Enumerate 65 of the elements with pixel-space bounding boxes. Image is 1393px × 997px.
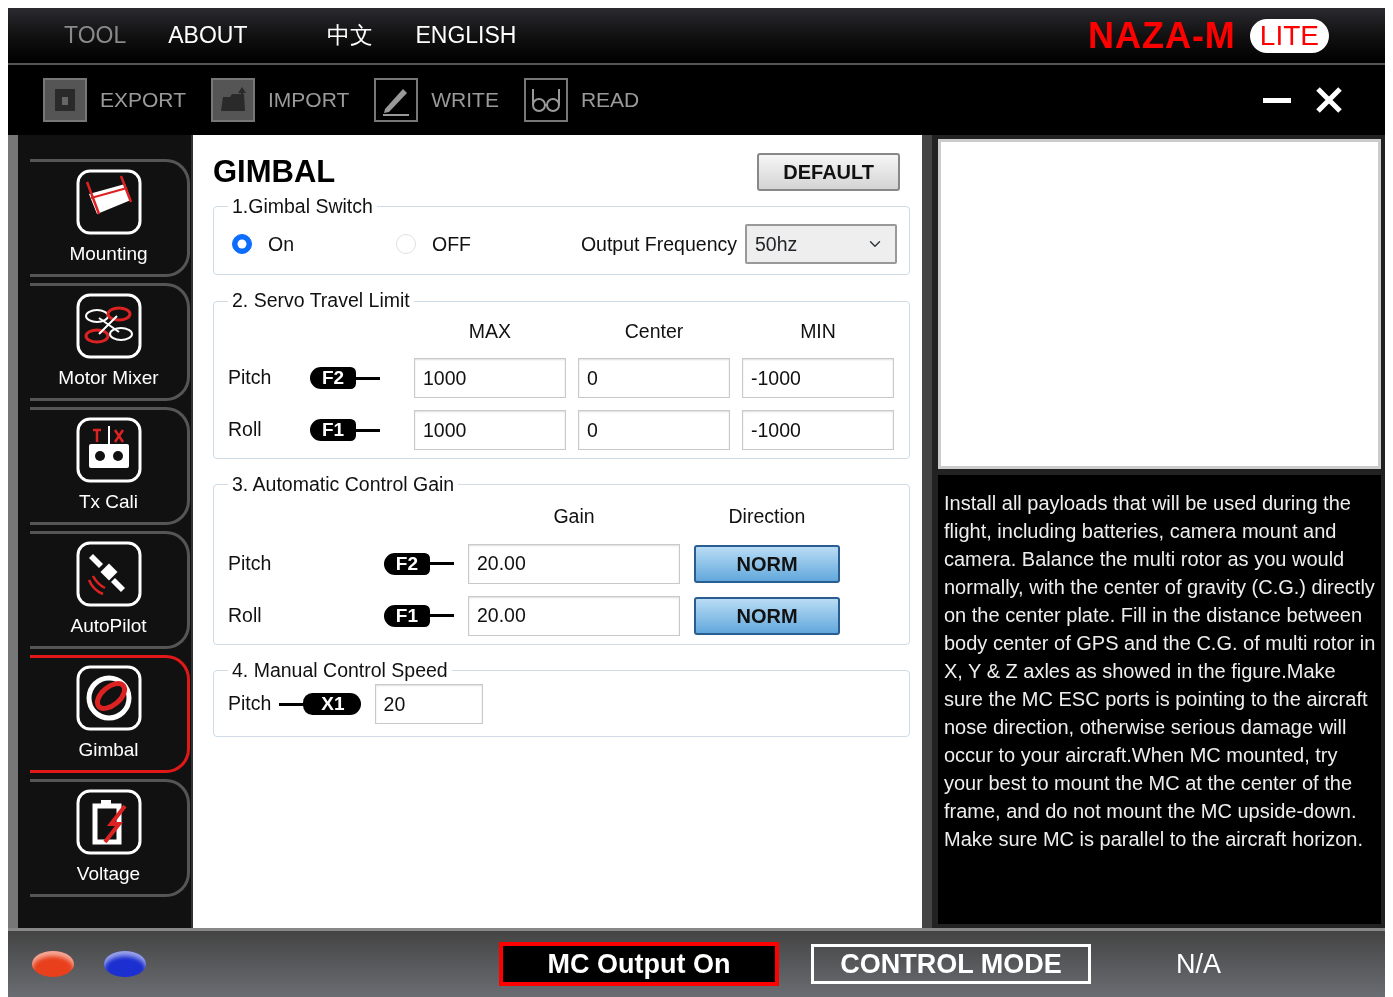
row-label: Roll (228, 603, 263, 629)
row-label: Pitch (228, 365, 273, 391)
sidebar-item[interactable]: Voltage (30, 779, 190, 897)
write-icon (373, 77, 420, 123)
menu-item[interactable]: ENGLISH (415, 18, 517, 53)
section-title: 2. Servo Travel Limit (231, 289, 411, 313)
battery-icon (74, 787, 143, 856)
section-title: 4. Manual Control Speed (231, 658, 449, 683)
direction-button[interactable]: NORM (694, 596, 840, 635)
ruler-icon (74, 167, 143, 236)
export-button[interactable]: EXPORT (42, 77, 186, 123)
column-header: MAX (467, 318, 513, 344)
channel-tag: X1 (279, 693, 361, 716)
column-header: Center (623, 318, 685, 344)
mode-value: N/A (1176, 947, 1221, 981)
logo-badge: LITE (1249, 18, 1329, 53)
column-header: Direction (727, 504, 807, 530)
radio-label: On (268, 231, 294, 257)
sidebar-item[interactable]: Tx Cali (30, 407, 190, 525)
section-title: 1.Gimbal Switch (231, 195, 374, 219)
row-label: Pitch (228, 691, 272, 717)
channel-tag: F2 (383, 552, 454, 575)
output-status: MC Output On (499, 942, 779, 986)
section-title: 3. Automatic Control Gain (231, 473, 456, 497)
close-icon[interactable] (1315, 86, 1343, 114)
frequency-label: Output Frequency (580, 231, 737, 257)
panel-title: GIMBAL (213, 153, 336, 191)
frequency-select[interactable]: 50hz (745, 224, 897, 265)
column-header: MIN (799, 318, 837, 344)
gain-field[interactable]: 20.00 (468, 595, 680, 636)
direction-button[interactable]: NORM (694, 544, 840, 583)
import-icon (209, 77, 256, 123)
number-field[interactable]: -1000 (742, 358, 894, 399)
gain-field[interactable]: 20.00 (468, 543, 680, 584)
propeller-icon (74, 291, 143, 360)
radio-label: OFF (432, 231, 471, 257)
number-field[interactable]: 1000 (414, 358, 566, 399)
number-field[interactable]: 0 (578, 358, 730, 399)
menu-item[interactable]: 中文 (327, 18, 374, 53)
sidebar-item[interactable]: AutoPilot (30, 531, 190, 649)
menu-item[interactable]: ABOUT (168, 18, 248, 53)
sidebar-item[interactable]: Mounting (30, 159, 190, 277)
channel-tag: F1 (310, 419, 381, 442)
mode-label: CONTROL MODE (811, 944, 1091, 984)
number-field[interactable]: -1000 (742, 410, 894, 451)
logo-text: NAZA-M (1087, 13, 1236, 58)
radio-button[interactable] (232, 234, 252, 255)
gimbal-ring-icon (74, 663, 143, 732)
help-text: Install all payloads that will be used during the flight, including batteries, camera mount and camera. Balance the multi rotor as you would normally, with the center of gravity (C.G.) directly on the center plate. Fill in the distance between body center of GPS and the C.G. of multi rotor in X, Y & Z axles as showed in the figure.Make sure the MC ESC ports is pointing to the aircraft nose direction, otherwise serious damage will occur to your aircraft.When MC mounted, try your best to mount the MC at the center of the frame, and do not mount the MC upside-down. Make sure MC is parallel to the aircraft horizon. (938, 475, 1381, 924)
row-label: Roll (228, 417, 263, 443)
sidebar-item[interactable]: Gimbal (30, 655, 190, 773)
channel-tag: F1 (383, 604, 454, 627)
write-button[interactable]: WRITE (373, 77, 499, 123)
default-button[interactable]: DEFAULT (757, 153, 900, 191)
row-label: Pitch (228, 551, 273, 577)
import-button[interactable]: IMPORT (209, 77, 350, 123)
sidebar-item[interactable]: Motor Mixer (30, 283, 190, 401)
read-button[interactable]: READ (522, 77, 640, 123)
satellite-icon (74, 539, 143, 608)
column-header: Gain (552, 504, 596, 530)
number-field[interactable]: 1000 (414, 410, 566, 451)
number-field[interactable]: 0 (578, 410, 730, 451)
channel-tag: F2 (310, 367, 381, 390)
speed-field[interactable]: 20 (374, 684, 483, 725)
remote-control-icon (74, 415, 143, 484)
